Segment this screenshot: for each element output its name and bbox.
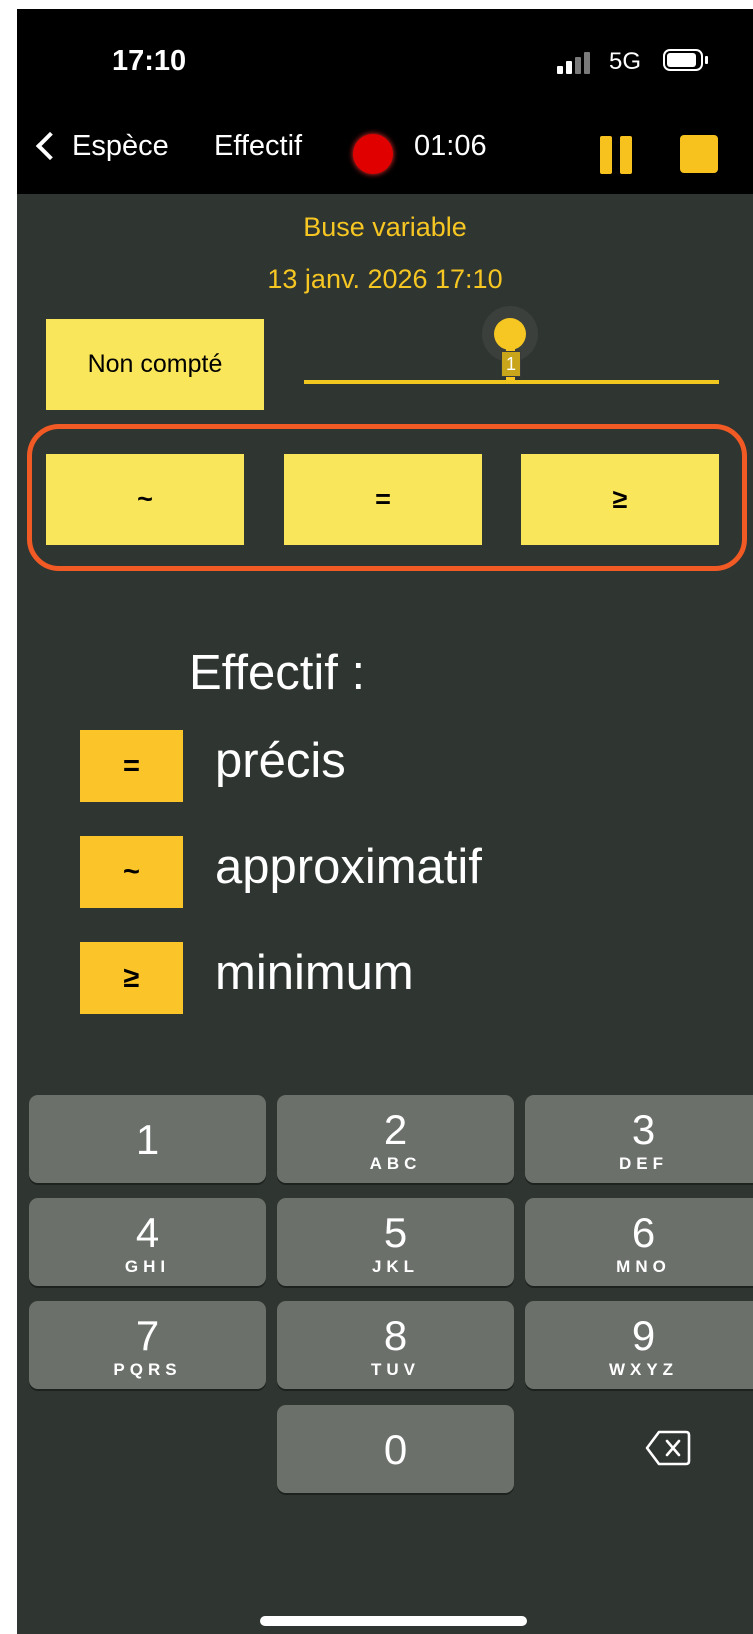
key-digit: 8 <box>383 1312 408 1359</box>
legend-symbol-minimum: ≥ <box>80 942 183 1014</box>
key-letters: PQRS <box>113 1360 182 1379</box>
network-label: 5G <box>609 48 642 75</box>
count-slider-track[interactable] <box>304 380 719 384</box>
key-digit: 9 <box>631 1312 656 1359</box>
minimum-button[interactable]: ≥ <box>521 454 719 545</box>
key-letters: TUV <box>371 1360 420 1379</box>
legend-symbol-precise: = <box>80 730 183 802</box>
key-letters: ABC <box>369 1154 422 1173</box>
key-0[interactable]: 0 <box>277 1405 514 1493</box>
key-letters: GHI <box>124 1257 171 1276</box>
status-time: 17:10 <box>112 45 187 77</box>
key-7[interactable]: 7 PQRS <box>29 1301 266 1389</box>
key-5[interactable]: 5 JKL <box>277 1198 514 1286</box>
key-6[interactable]: 6 MNO <box>525 1198 753 1286</box>
stop-button[interactable] <box>680 135 718 173</box>
key-1[interactable]: 1 <box>29 1095 266 1183</box>
key-digit: 7 <box>135 1312 160 1359</box>
key-digit: 5 <box>383 1209 408 1256</box>
legend-label-precise: précis <box>215 734 346 788</box>
chevron-left-icon <box>35 131 65 161</box>
battery-icon <box>663 49 703 71</box>
observation-date: 13 janv. 2026 17:10 <box>267 264 503 294</box>
key-8[interactable]: 8 TUV <box>277 1301 514 1389</box>
not-counted-button[interactable]: Non compté <box>46 319 264 410</box>
slider-value: 1 <box>501 351 521 377</box>
key-digit: 4 <box>135 1209 160 1256</box>
key-letters: JKL <box>371 1257 420 1276</box>
battery-tip <box>705 56 708 64</box>
pause-icon-bar <box>600 136 612 174</box>
legend-label-minimum: minimum <box>215 946 414 1000</box>
precise-button[interactable]: = <box>284 454 482 545</box>
count-slider-handle[interactable] <box>494 318 526 350</box>
approximate-button[interactable]: ~ <box>46 454 244 545</box>
key-9[interactable]: 9 WXYZ <box>525 1301 753 1389</box>
key-2[interactable]: 2 ABC <box>277 1095 514 1183</box>
key-digit: 3 <box>631 1106 656 1153</box>
back-button[interactable]: Espèce <box>32 126 169 166</box>
legend-title: Effectif : <box>189 646 366 700</box>
record-indicator-icon <box>353 134 393 174</box>
key-3[interactable]: 3 DEF <box>525 1095 753 1183</box>
legend-label-approximate: approximatif <box>215 840 482 894</box>
species-name: Buse variable <box>303 212 467 242</box>
key-digit: 6 <box>631 1209 656 1256</box>
key-letters: DEF <box>619 1154 668 1173</box>
pause-button[interactable] <box>600 136 632 174</box>
nav-title: Effectif <box>214 130 303 162</box>
legend-symbol-approximate: ~ <box>80 836 183 908</box>
key-letters: MNO <box>616 1257 671 1276</box>
signal-icon <box>557 52 597 74</box>
key-4[interactable]: 4 GHI <box>29 1198 266 1286</box>
pause-icon-bar <box>620 136 632 174</box>
top-bar: 17:10 5G Espèce Effectif 01:06 <box>17 9 753 194</box>
backspace-icon[interactable] <box>645 1429 691 1467</box>
key-digit: 2 <box>383 1106 408 1153</box>
key-digit: 0 <box>383 1426 408 1473</box>
key-letters: WXYZ <box>608 1360 679 1379</box>
home-indicator <box>260 1616 527 1626</box>
key-digit: 1 <box>135 1116 160 1163</box>
app-screen: 17:10 5G Espèce Effectif 01:06 Buse vari… <box>17 9 753 1634</box>
back-label: Espèce <box>72 129 169 162</box>
recording-timer: 01:06 <box>414 130 487 162</box>
